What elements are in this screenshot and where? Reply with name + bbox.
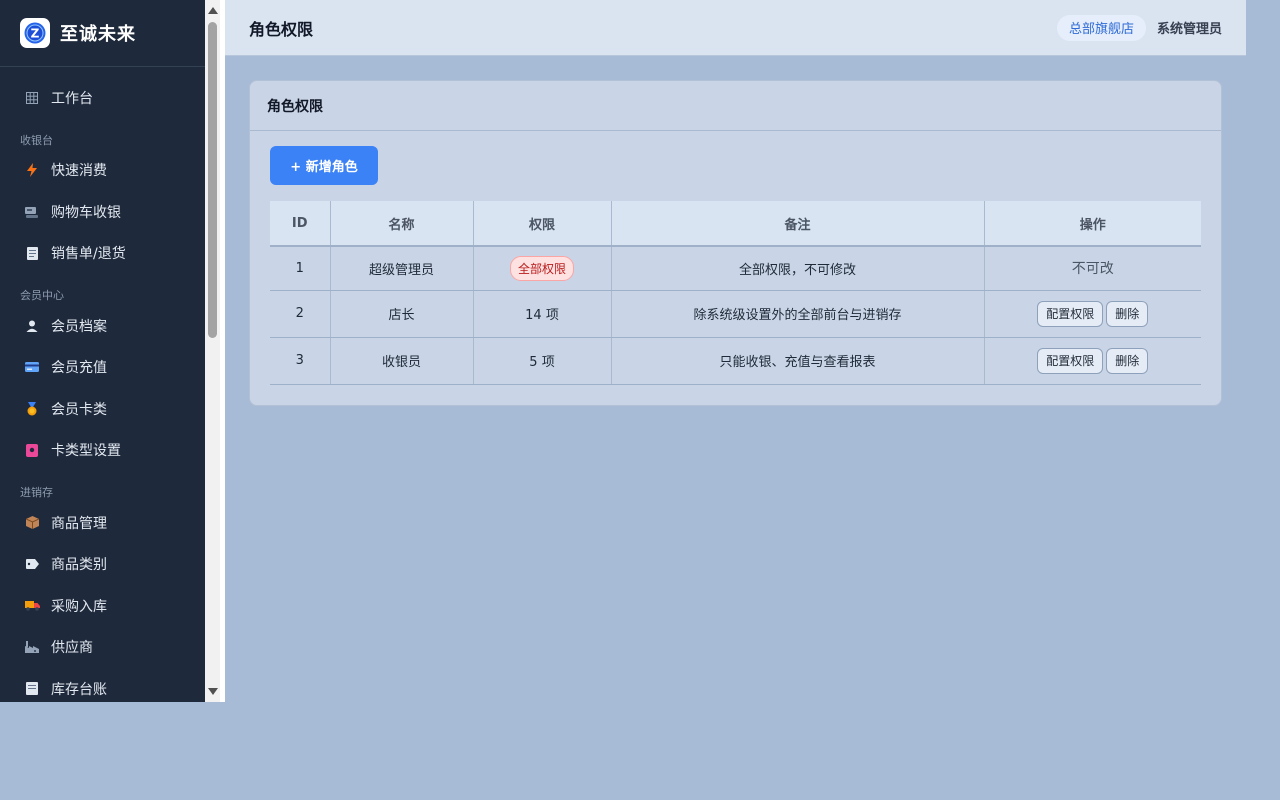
scroll-down-arrow-icon[interactable]	[205, 683, 220, 700]
sidebar-item-suppliers[interactable]: 供应商	[0, 627, 205, 669]
cell-name: 收银员	[330, 337, 474, 385]
sidebar-item-product-categories[interactable]: 商品类别	[0, 544, 205, 586]
cell-permissions: 14 项	[473, 290, 612, 338]
header-right: 总部旗舰店 系统管理员	[1056, 14, 1222, 41]
cell-id: 1	[270, 246, 331, 291]
scroll-up-arrow-icon[interactable]	[205, 2, 220, 19]
cell-name: 超级管理员	[330, 246, 474, 291]
sidebar-item-product-management[interactable]: 商品管理	[0, 502, 205, 544]
medal-icon	[24, 401, 40, 417]
sidebar: Z 至诚未来 工作台 收银台 快速消费 购物车收银 销售单/退货 会员中心 会员…	[0, 0, 205, 702]
lightning-icon	[24, 162, 40, 178]
nav-section-cashier: 收银台	[20, 133, 53, 147]
column-header-name[interactable]: 名称	[330, 201, 474, 247]
table-header-row: ID 名称 权限 备注 操作	[270, 201, 1201, 247]
store-badge[interactable]: 总部旗舰店	[1056, 14, 1146, 41]
cell-actions: 配置权限 删除	[984, 337, 1201, 385]
sidebar-item-label: 商品管理	[51, 515, 107, 532]
sidebar-item-card-type-settings[interactable]: 卡类型设置	[0, 430, 205, 472]
cell-actions: 不可改	[984, 246, 1201, 291]
sidebar-item-label: 商品类别	[51, 557, 107, 574]
cell-note: 只能收银、充值与查看报表	[611, 337, 985, 385]
sidebar-item-label: 供应商	[51, 640, 93, 657]
column-header-id[interactable]: ID	[270, 201, 331, 247]
sidebar-item-member-card-types[interactable]: 会员卡类	[0, 388, 205, 430]
truck-icon	[24, 598, 40, 614]
brand-name: 至诚未来	[60, 24, 136, 45]
table-row: 2 店长 14 项 除系统级设置外的全部前台与进销存 配置权限 删除	[270, 290, 1201, 338]
page-title: 角色权限	[249, 19, 314, 39]
card-title: 角色权限	[250, 81, 1221, 131]
svg-text:Z: Z	[31, 27, 40, 41]
sidebar-item-label: 库存台账	[51, 681, 107, 698]
table-row: 1 超级管理员 全部权限 全部权限，不可修改 不可改	[270, 246, 1201, 291]
sidebar-item-member-recharge[interactable]: 会员充值	[0, 347, 205, 389]
table-row: 3 收银员 5 项 只能收银、充值与查看报表 配置权限 删除	[270, 337, 1201, 385]
cell-actions: 配置权限 删除	[984, 290, 1201, 338]
sidebar-item-label: 采购入库	[51, 598, 107, 615]
card-body: + 新增角色 ID 名称 权限 备注 操作 1 超级管理员 全部权限 全部权限，…	[250, 131, 1221, 385]
current-user[interactable]: 系统管理员	[1157, 18, 1222, 37]
nav-section-inventory: 进销存	[20, 486, 53, 499]
sidebar-item-cart-checkout[interactable]: 购物车收银	[0, 191, 205, 233]
receipt-icon	[24, 245, 40, 261]
sidebar-item-quick-consume[interactable]: 快速消费	[0, 150, 205, 192]
cell-id: 2	[270, 290, 331, 338]
add-role-button[interactable]: + 新增角色	[270, 146, 378, 185]
roles-table: ID 名称 权限 备注 操作 1 超级管理员 全部权限 全部权限，不可修改 不可…	[270, 201, 1201, 385]
factory-icon	[24, 639, 40, 655]
not-editable-label: 不可改	[1071, 261, 1114, 278]
delete-button[interactable]: 删除	[1106, 347, 1149, 374]
cell-name: 店长	[330, 290, 474, 338]
grid-icon	[24, 90, 40, 106]
cell-id: 3	[270, 337, 331, 385]
configure-permissions-button[interactable]: 配置权限	[1037, 347, 1104, 374]
cash-register-icon	[24, 204, 40, 220]
cell-note: 除系统级设置外的全部前台与进销存	[611, 290, 985, 338]
sidebar-item-label: 快速消费	[51, 163, 107, 180]
column-header-notes[interactable]: 备注	[611, 201, 985, 247]
sidebar-item-label: 工作台	[51, 90, 93, 107]
sidebar-item-label: 购物车收银	[51, 204, 121, 221]
card-settings-icon	[24, 442, 40, 458]
sidebar-item-member-profiles[interactable]: 会员档案	[0, 305, 205, 347]
logo-icon: Z	[20, 18, 50, 48]
sidebar-scrollbar[interactable]	[205, 0, 220, 702]
sidebar-item-workbench[interactable]: 工作台	[0, 77, 205, 119]
sidebar-item-label: 会员档案	[51, 318, 107, 335]
sidebar-item-label: 会员卡类	[51, 401, 107, 418]
sidebar-item-label: 会员充值	[51, 360, 107, 377]
configure-permissions-button[interactable]: 配置权限	[1037, 300, 1104, 327]
cell-permissions: 全部权限	[473, 246, 612, 291]
sidebar-item-sales-returns[interactable]: 销售单/退货	[0, 233, 205, 275]
scrollbar-thumb[interactable]	[208, 22, 217, 338]
sidebar-item-label: 卡类型设置	[51, 443, 121, 460]
tag-icon	[24, 556, 40, 572]
credit-card-icon	[24, 359, 40, 375]
all-permissions-badge: 全部权限	[509, 255, 574, 281]
top-bar: 角色权限 总部旗舰店 系统管理员	[225, 0, 1246, 56]
nav-section-members: 会员中心	[20, 289, 64, 302]
package-icon	[24, 515, 40, 531]
brand[interactable]: Z 至诚未来	[0, 0, 205, 67]
roles-card: 角色权限 + 新增角色 ID 名称 权限 备注 操作 1 超级管理员 全部权限 …	[249, 80, 1222, 406]
user-icon	[24, 318, 40, 334]
column-header-actions[interactable]: 操作	[984, 201, 1201, 247]
divider	[220, 0, 225, 702]
ledger-icon	[24, 681, 40, 697]
delete-button[interactable]: 删除	[1106, 300, 1149, 327]
column-header-permissions[interactable]: 权限	[473, 201, 612, 247]
sidebar-item-label: 销售单/退货	[51, 246, 126, 263]
sidebar-item-inventory-ledger[interactable]: 库存台账	[0, 668, 205, 702]
sidebar-item-purchase-inbound[interactable]: 采购入库	[0, 585, 205, 627]
cell-permissions: 5 项	[473, 337, 612, 385]
cell-note: 全部权限，不可修改	[611, 246, 985, 291]
